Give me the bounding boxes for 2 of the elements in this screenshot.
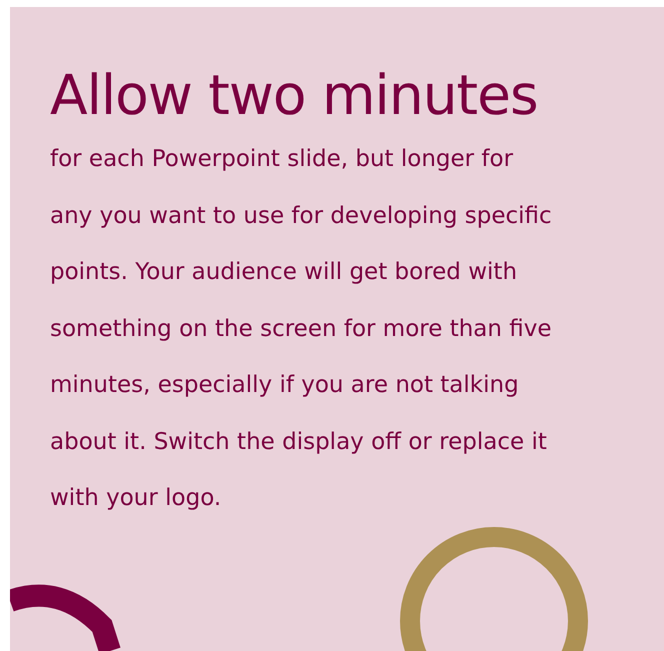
card-text: for each Powerpoint slide, but longer for any you want to use for developing specific points. Your audience will get bored with something on the screen for more than five minutes, especially if you are not talking about it. Switch the display off or replace it with your logo. [50, 145, 553, 513]
card-title: Allow two minutes [50, 62, 539, 129]
